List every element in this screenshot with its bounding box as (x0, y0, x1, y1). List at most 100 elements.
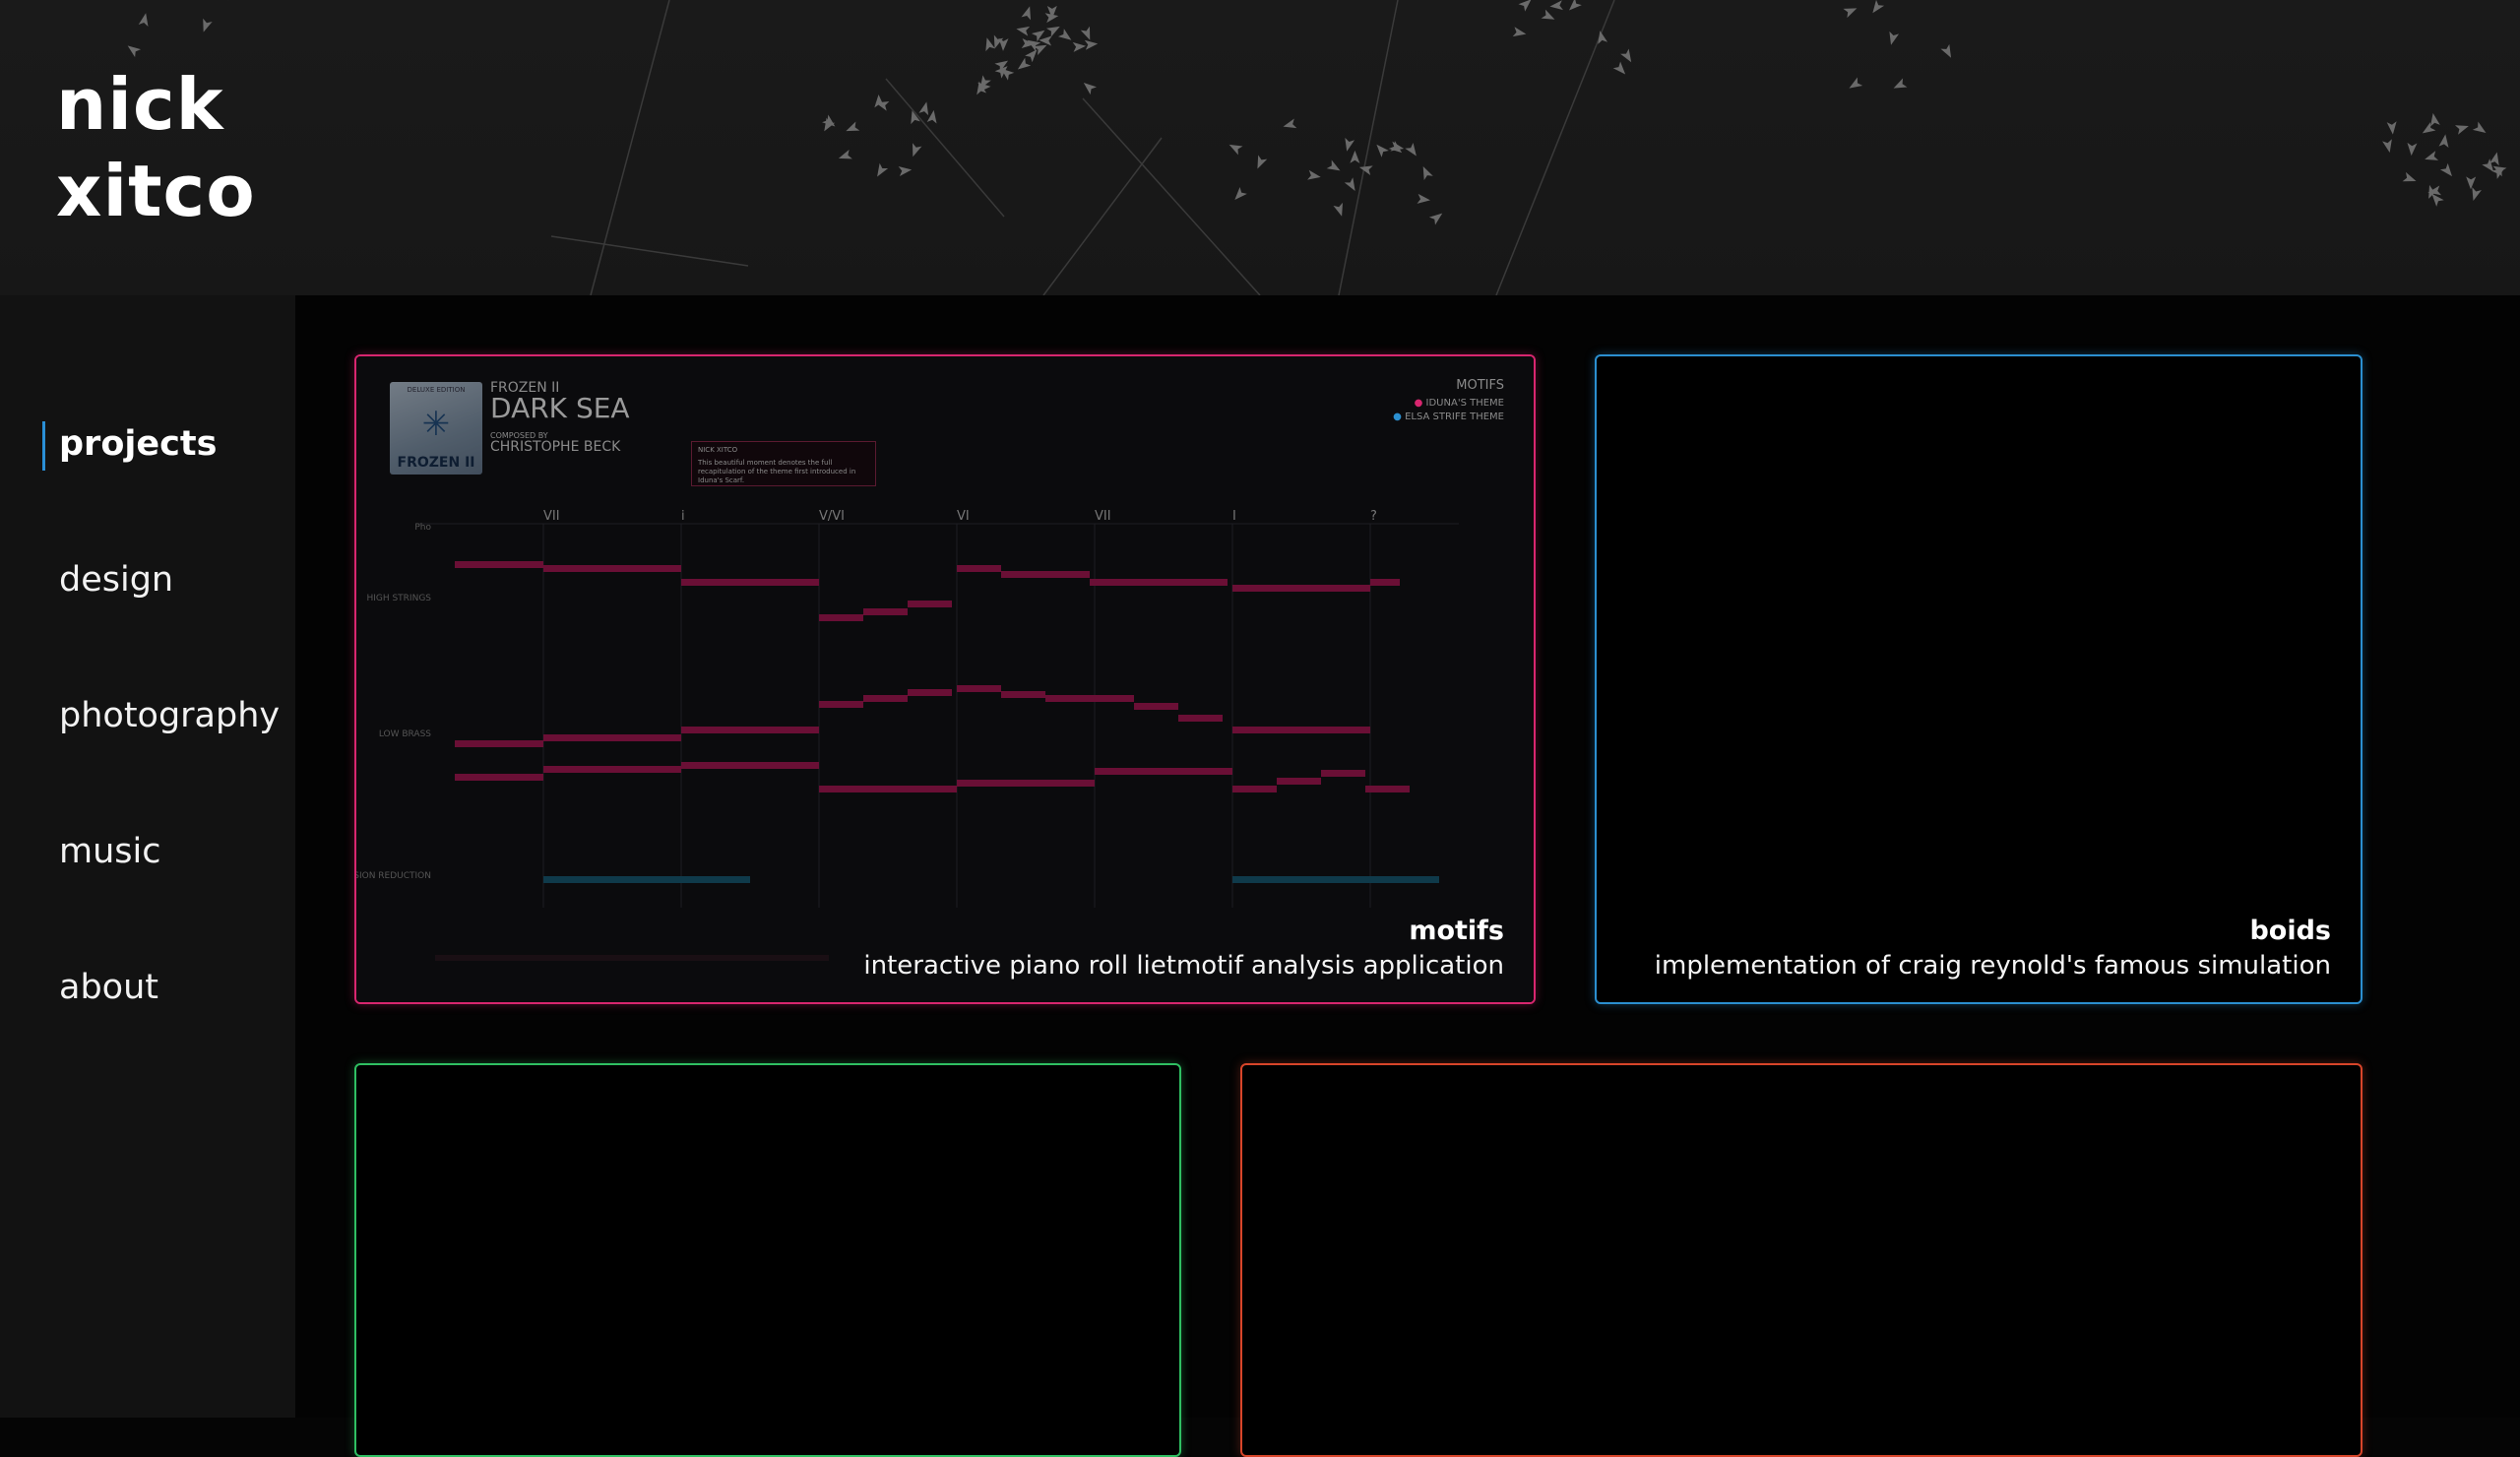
header-art-branch (1042, 137, 1163, 295)
chord-label: i (681, 509, 685, 524)
boid-arrow (1083, 82, 1098, 95)
boid-arrow (1016, 26, 1031, 36)
boid-arrow (1872, 0, 1885, 14)
boid-arrow (1326, 159, 1341, 171)
card-title: motifs (1409, 916, 1504, 946)
album-cover: DELUXE EDITION ✳ FROZEN II (390, 382, 482, 475)
boid-arrow (1849, 77, 1863, 89)
boid-arrow (1045, 26, 1060, 37)
boid-arrow (877, 162, 889, 177)
boid-arrow (985, 37, 995, 52)
boid-arrow (2386, 121, 2397, 135)
boid-arrow (1350, 150, 1360, 163)
note-bar (819, 614, 863, 621)
boid-arrow (2488, 152, 2499, 166)
boid-arrow (898, 166, 913, 176)
nav-item-about[interactable]: about (59, 965, 158, 1010)
chord-label: V/VI (819, 509, 845, 524)
preview-legend-elsa: ● ELSA STRIFE THEME (1393, 412, 1504, 422)
note-bar (1321, 770, 1365, 777)
legend-label: IDUNA'S THEME (1425, 398, 1504, 409)
note-bar (681, 579, 819, 586)
boid-arrow (918, 101, 929, 116)
boid-arrow (2454, 125, 2469, 135)
boid-arrow (1893, 78, 1908, 89)
boid-arrow (138, 13, 149, 27)
note-bar (1277, 778, 1321, 785)
nav-item-projects[interactable]: projects (59, 421, 217, 467)
boid-arrow (2472, 187, 2482, 202)
annotation-text: This beautiful moment denotes the full r… (698, 459, 856, 484)
boid-arrow (203, 18, 213, 32)
nav-item-design[interactable]: design (59, 557, 173, 602)
boid-arrow (127, 45, 142, 58)
logo-line-1: nick (56, 63, 224, 146)
note-bar (543, 766, 681, 773)
note-bar (1095, 768, 1232, 775)
project-card-orange[interactable] (1240, 1063, 2362, 1457)
row-label: Pho (414, 523, 431, 533)
boids-header-art (127, 0, 2507, 295)
boid-arrow (1612, 61, 1626, 75)
chord-label: I (1232, 509, 1236, 524)
boid-arrow (2466, 176, 2477, 190)
note-bar (908, 689, 952, 696)
nav-item-music[interactable]: music (59, 829, 160, 874)
preview-annotation: NICK XITCO This beautiful moment denotes… (691, 441, 876, 486)
boid-arrow (1417, 193, 1430, 204)
boid-arrow (1039, 35, 1052, 46)
project-card-green[interactable] (354, 1063, 1181, 1457)
boid-arrow (1084, 39, 1099, 50)
note-bar (1045, 571, 1090, 578)
boid-arrow (1072, 41, 1087, 52)
card-title: boids (2249, 916, 2331, 946)
card-description: interactive piano roll lietmotif analysi… (863, 951, 1504, 981)
boid-arrow (1376, 144, 1389, 158)
note-bar (957, 565, 1001, 572)
note-bar (863, 695, 908, 702)
boid-arrow (846, 121, 860, 132)
note-bar (1370, 579, 1400, 586)
note-bar (1134, 703, 1178, 710)
preview-motifs-heading: MOTIFS (1456, 378, 1504, 393)
note-bar (681, 762, 819, 769)
note-bar (455, 740, 543, 747)
boid-arrow (1283, 118, 1297, 129)
boid-arrow (1307, 169, 1321, 180)
note-bar (863, 608, 908, 615)
boid-arrow (1569, 0, 1582, 11)
note-bar (819, 701, 863, 708)
project-card-boids[interactable]: boids implementation of craig reynold's … (1595, 354, 2362, 1004)
boid-arrow (1344, 177, 1355, 192)
note-bar (1178, 715, 1223, 722)
note-bar (1045, 695, 1134, 702)
note-bar (1001, 691, 1045, 698)
boid-arrow (926, 109, 937, 124)
boid-arrow (1428, 213, 1443, 225)
percussion-bar (1232, 876, 1439, 883)
boid-arrow (912, 143, 922, 158)
boid-arrow (1017, 57, 1032, 70)
boid-arrow (1940, 43, 1952, 58)
site-logo[interactable]: nick xitco (56, 61, 256, 234)
percussion-bar (543, 876, 750, 883)
note-bar (957, 780, 1095, 787)
note-bar (1090, 579, 1228, 586)
boid-arrow (2491, 167, 2505, 179)
annotation-author: NICK XITCO (698, 446, 738, 454)
note-bar (1001, 571, 1045, 578)
boid-arrow (1889, 31, 1900, 45)
album-edition-label: DELUXE EDITION (407, 386, 466, 394)
boid-arrow (1333, 202, 1343, 217)
project-card-motifs[interactable]: VII i V/VI VI VII I? Pho HIGH STRINGS LOW BRASS P… (354, 354, 1536, 1004)
nav-item-photography[interactable]: photography (59, 693, 280, 738)
boid-arrow (1541, 9, 1555, 20)
card-caption: boids implementation of craig reynold's … (1655, 914, 2331, 982)
header-art-branch (590, 0, 670, 295)
boid-arrow (1549, 0, 1563, 11)
header-art-branch (550, 235, 749, 267)
header-art-branch (885, 78, 1005, 218)
row-label: LOW BRASS (379, 729, 431, 739)
boid-arrow (824, 117, 836, 132)
chord-label: ? (1370, 509, 1377, 524)
